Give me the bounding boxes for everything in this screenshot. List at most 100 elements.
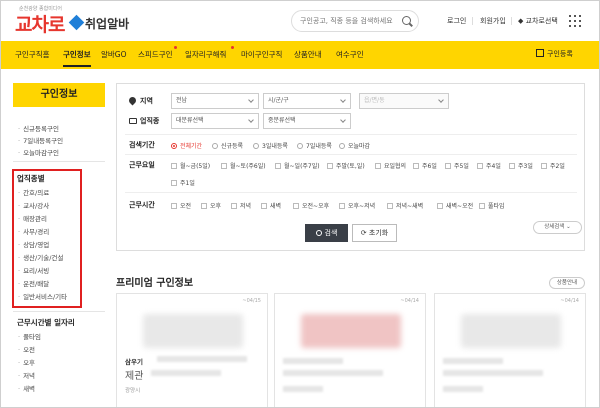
chevron-down-icon bbox=[438, 97, 444, 103]
header: 순천광양 종합미디어 교차로 취업알바 로그인 회원가입 ◆ 교차로선택 bbox=[1, 1, 599, 41]
card-blurred-text bbox=[283, 358, 343, 364]
sidebar-job-type[interactable]: 운전/배달 bbox=[18, 278, 49, 288]
time-checkbox[interactable]: 새벽~오전 bbox=[437, 201, 473, 210]
detail-search-button[interactable]: 상세검색 ⌄ bbox=[533, 221, 582, 234]
nav-item-products[interactable]: 상품안내 bbox=[294, 49, 322, 60]
day-checkbox[interactable]: 월~일(주7일) bbox=[275, 161, 320, 170]
time-checkbox[interactable]: 오전 bbox=[171, 201, 191, 210]
sidebar-link-today[interactable]: 오늘마감구인 bbox=[18, 147, 59, 157]
period-radio[interactable]: 오늘마감 bbox=[339, 141, 370, 150]
checkbox-icon bbox=[231, 203, 237, 209]
day-option-label: 주말(토,일) bbox=[336, 163, 365, 170]
time-checkbox[interactable]: 오후 bbox=[201, 201, 221, 210]
province-select[interactable]: 전남 bbox=[171, 93, 259, 109]
day-checkbox[interactable]: 주6일 bbox=[413, 161, 437, 170]
day-checkbox[interactable]: 월~토(주6일) bbox=[221, 161, 266, 170]
sidebar-time-item[interactable]: 새벽 bbox=[18, 383, 35, 393]
nav-item-albago[interactable]: 알바GO bbox=[101, 49, 127, 60]
register-job-button[interactable]: 구인등록 bbox=[536, 49, 573, 59]
time-option-label: 새벽 bbox=[270, 203, 282, 210]
industry-label: 업직종 bbox=[140, 117, 160, 125]
sidebar-time-title: 근무시간별 일자리 bbox=[17, 318, 75, 327]
day-checkbox[interactable]: 요일협의 bbox=[375, 161, 406, 170]
day-checkbox[interactable]: 주3일 bbox=[509, 161, 533, 170]
sidebar-job-type[interactable]: 요리/서빙 bbox=[18, 265, 49, 275]
premium-card[interactable]: ~04/14 bbox=[434, 293, 586, 407]
checkbox-icon bbox=[171, 203, 177, 209]
premium-card[interactable]: ~04/15 삼우기 제관 광양시 bbox=[116, 293, 268, 407]
period-radio[interactable]: 신규등록 bbox=[212, 141, 243, 150]
reset-button[interactable]: ⟳ 초기화 bbox=[352, 224, 397, 242]
day-option-label: 월~금(5일) bbox=[180, 163, 211, 170]
sidebar-job-type[interactable]: 간호/의료 bbox=[18, 187, 49, 197]
logo[interactable]: 순천광양 종합미디어 교차로 취업알바 bbox=[15, 5, 145, 37]
day-checkbox[interactable]: 주2일 bbox=[541, 161, 565, 170]
checkbox-icon bbox=[413, 163, 419, 169]
nav-item-job-info[interactable]: 구인정보 bbox=[63, 49, 91, 67]
premium-more-button[interactable]: 상품안내 bbox=[549, 277, 585, 289]
period-radio[interactable]: 7일내등록 bbox=[297, 141, 332, 150]
location-pin-icon bbox=[127, 95, 138, 106]
sidebar-time-item[interactable]: 저녁 bbox=[18, 370, 35, 380]
period-option-label: 7일내등록 bbox=[306, 143, 332, 150]
period-radio[interactable]: 전체기간 bbox=[171, 141, 202, 150]
nav-item-find-job[interactable]: 일자리구해줘 bbox=[185, 49, 226, 60]
time-checkbox[interactable]: 저녁 bbox=[231, 201, 251, 210]
radio-icon bbox=[339, 143, 345, 149]
time-checkbox[interactable]: 오후~저녁 bbox=[339, 201, 375, 210]
sidebar-job-type[interactable]: 상담/영업 bbox=[18, 239, 49, 249]
nav-item-home[interactable]: 구인구직홈 bbox=[15, 49, 50, 60]
logo-diamond-icon bbox=[68, 14, 85, 31]
briefcase-icon bbox=[129, 118, 137, 124]
checkbox-icon bbox=[477, 163, 483, 169]
premium-card[interactable]: ~04/14 bbox=[274, 293, 426, 407]
nav-item-yeosu[interactable]: 여수구인 bbox=[336, 49, 364, 60]
sidebar-divider bbox=[13, 311, 105, 312]
card-image bbox=[301, 314, 401, 348]
day-option-label: 요일협의 bbox=[384, 163, 407, 170]
industry-minor-select[interactable]: 중분류선택 bbox=[263, 113, 351, 129]
period-radio[interactable]: 3일내등록 bbox=[253, 141, 288, 150]
region-select-link[interactable]: ◆ 교차로선택 bbox=[518, 16, 558, 26]
time-label: 근무시간 bbox=[129, 201, 155, 209]
sidebar-time-item[interactable]: 풀타임 bbox=[18, 331, 41, 341]
all-menu-grid-icon[interactable] bbox=[569, 15, 581, 27]
checkbox-icon bbox=[387, 203, 393, 209]
sidebar-job-type[interactable]: 매장관리 bbox=[18, 213, 47, 223]
checkbox-icon bbox=[201, 203, 207, 209]
login-link[interactable]: 로그인 bbox=[447, 16, 466, 26]
sidebar-job-type[interactable]: 교사/강사 bbox=[18, 200, 49, 210]
time-option-label: 저녁 bbox=[240, 203, 252, 210]
time-checkbox[interactable]: 저녁~새벽 bbox=[387, 201, 423, 210]
signup-link[interactable]: 회원가입 bbox=[480, 16, 506, 26]
divider bbox=[125, 134, 577, 135]
search-input[interactable] bbox=[300, 14, 396, 28]
time-checkbox[interactable]: 풀타임 bbox=[479, 201, 505, 210]
city-select[interactable]: 시/군/구 bbox=[263, 93, 351, 109]
radio-icon bbox=[253, 143, 259, 149]
search-box[interactable] bbox=[291, 10, 419, 32]
time-checkbox[interactable]: 새벽 bbox=[261, 201, 281, 210]
sidebar-job-type[interactable]: 사무/경리 bbox=[18, 226, 49, 236]
search-button[interactable]: 검색 bbox=[305, 224, 348, 242]
time-checkbox[interactable]: 오전~오후 bbox=[293, 201, 329, 210]
sidebar-job-type[interactable]: 일반서비스/기타 bbox=[18, 291, 67, 301]
industry-major-select[interactable]: 대분류선택 bbox=[171, 113, 259, 129]
day-checkbox[interactable]: 주1일 bbox=[171, 178, 195, 187]
district-select[interactable]: 읍/면/동 bbox=[359, 93, 449, 109]
checkbox-icon bbox=[327, 163, 333, 169]
day-checkbox[interactable]: 주4일 bbox=[477, 161, 501, 170]
checkbox-icon bbox=[171, 180, 177, 186]
nav-item-speed[interactable]: 스피드구인 bbox=[138, 49, 173, 60]
sidebar-link-7days[interactable]: 7일내등록구인 bbox=[18, 135, 63, 145]
search-icon[interactable] bbox=[402, 16, 411, 25]
card-title: 제관 bbox=[125, 371, 144, 382]
sidebar-link-new[interactable]: 신규등록구인 bbox=[18, 123, 59, 133]
sidebar-time-item[interactable]: 오후 bbox=[18, 357, 35, 367]
sidebar-time-item[interactable]: 오전 bbox=[18, 344, 35, 354]
day-checkbox[interactable]: 월~금(5일) bbox=[171, 161, 210, 170]
sidebar-job-type[interactable]: 생산/기술/건설 bbox=[18, 252, 63, 262]
day-checkbox[interactable]: 주말(토,일) bbox=[327, 161, 365, 170]
day-checkbox[interactable]: 주5일 bbox=[445, 161, 469, 170]
nav-item-my[interactable]: 마이구인구직 bbox=[241, 49, 282, 60]
